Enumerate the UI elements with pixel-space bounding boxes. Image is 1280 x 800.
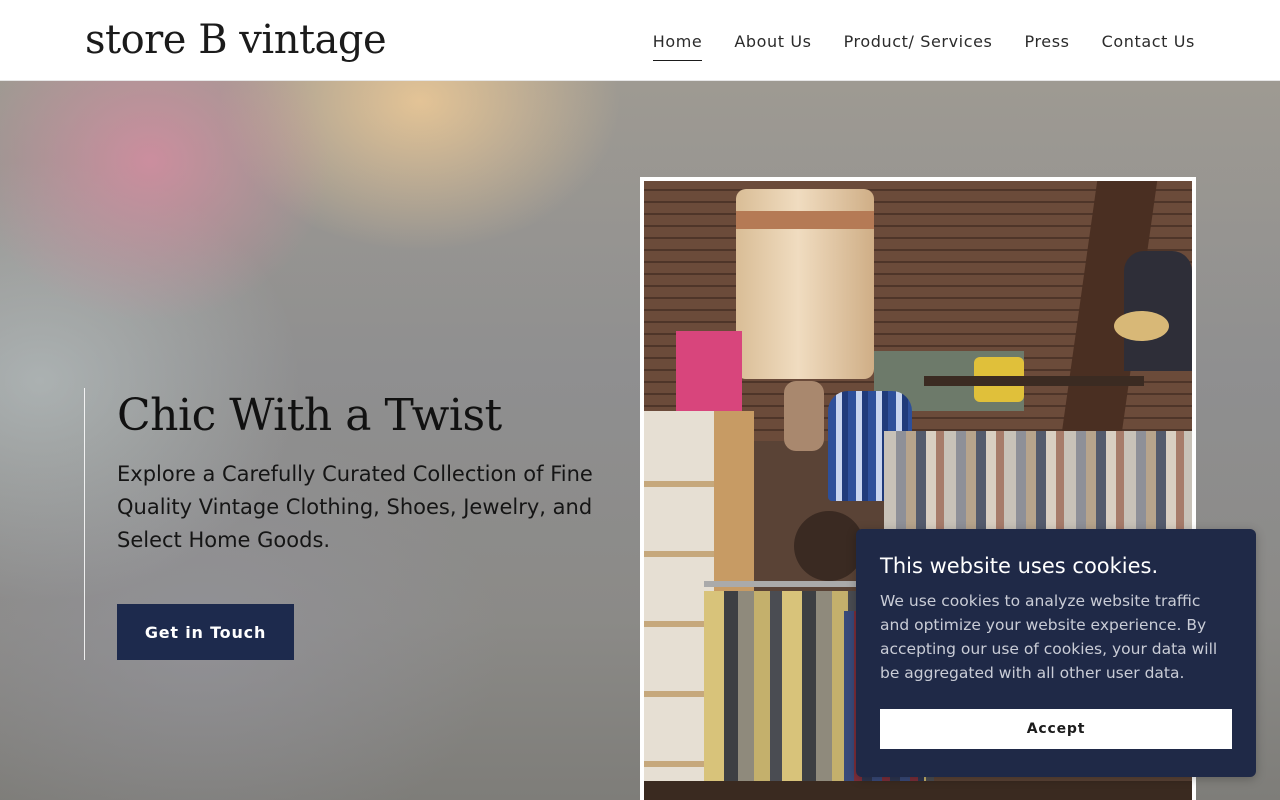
nav-item-home[interactable]: Home <box>652 30 703 61</box>
accept-cookies-button[interactable]: Accept <box>880 709 1232 749</box>
nav-item-product-services[interactable]: Product/ Services <box>844 30 993 61</box>
nav-item-contact-us[interactable]: Contact Us <box>1102 30 1195 61</box>
cookie-banner-body: We use cookies to analyze website traffi… <box>880 592 1218 682</box>
site-header: store B vintage Home About Us Product/ S… <box>0 0 1280 81</box>
nav-item-press[interactable]: Press <box>1025 30 1070 61</box>
hero-title: Chic With a Twist <box>117 390 502 441</box>
cookie-banner-title: This website uses cookies. <box>880 554 1159 578</box>
nav-item-about-us[interactable]: About Us <box>734 30 811 61</box>
site-logo[interactable]: store B vintage <box>85 14 387 66</box>
get-in-touch-button[interactable]: Get in Touch <box>117 604 294 660</box>
cookie-banner: This website uses cookies. We use cookie… <box>856 529 1256 777</box>
hero-text-block: Chic With a Twist Explore a Carefully Cu… <box>84 388 604 660</box>
main-nav: Home About Us Product/ Services Press Co… <box>652 30 1195 61</box>
hero-subtitle: Explore a Carefully Curated Collection o… <box>117 462 593 552</box>
